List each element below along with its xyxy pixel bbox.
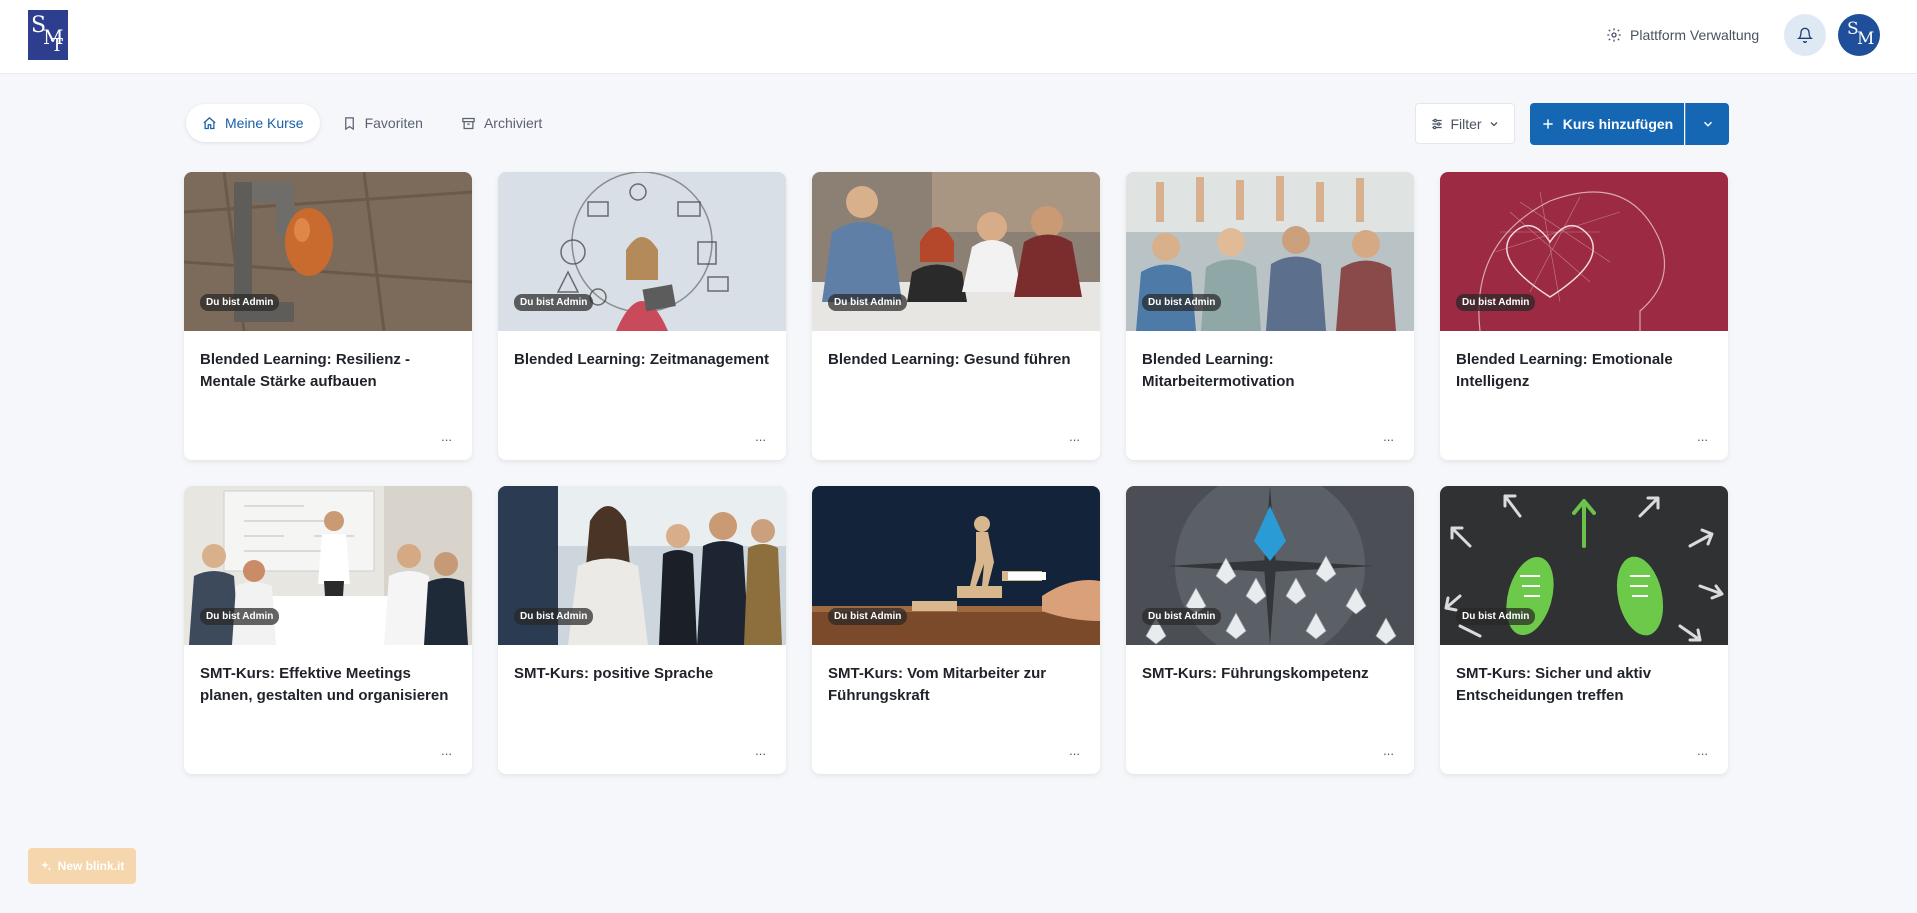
new-blink-label: New blink.it [57, 859, 125, 873]
more-options-button[interactable]: ... [441, 429, 452, 444]
course-title: Blended Learning: Emotionale Intelligenz [1456, 351, 1673, 390]
admin-badge: Du bist Admin [200, 294, 280, 311]
course-title: SMT-Kurs: Effektive Meetings planen, ges… [200, 665, 449, 704]
admin-badge: Du bist Admin [200, 608, 280, 625]
course-title: SMT-Kurs: Sicher und aktiv Entscheidunge… [1456, 665, 1652, 704]
archive-icon [462, 117, 475, 129]
admin-badge: Du bist Admin [1456, 608, 1536, 625]
tab-label: Meine Kurse [225, 115, 304, 131]
course-image: Du bist Admin [498, 486, 786, 645]
user-avatar[interactable]: S M [1838, 14, 1880, 56]
admin-badge: Du bist Admin [1142, 294, 1222, 311]
tab-archiviert[interactable]: Archiviert [445, 104, 558, 142]
course-image: Du bist Admin [498, 172, 786, 331]
more-options-button[interactable]: ... [441, 743, 452, 758]
admin-badge: Du bist Admin [514, 294, 594, 311]
course-card[interactable]: Du bist Admin Blended Learning: Resilien… [184, 172, 472, 460]
admin-badge: Du bist Admin [1456, 294, 1536, 311]
more-options-button[interactable]: ... [1383, 429, 1394, 444]
admin-badge: Du bist Admin [514, 608, 594, 625]
add-course-dropdown-button[interactable] [1685, 103, 1729, 145]
more-options-button[interactable]: ... [755, 743, 766, 758]
new-blink-button[interactable]: New blink.it [28, 848, 136, 884]
tab-label: Favoriten [364, 115, 423, 131]
course-card[interactable]: Du bist Admin SMT-Kurs: positive Sprache… [498, 486, 786, 774]
filter-button[interactable]: Filter [1415, 103, 1515, 144]
more-options-button[interactable]: ... [1069, 429, 1080, 444]
top-header: S M T Plattform Verwaltung S M [0, 0, 1917, 74]
admin-badge: Du bist Admin [828, 294, 908, 311]
course-image: Du bist Admin [812, 486, 1100, 645]
course-card[interactable]: Du bist Admin Blended Learning: Zeitmana… [498, 172, 786, 460]
course-image: Du bist Admin [1440, 172, 1728, 331]
course-title: SMT-Kurs: Vom Mitarbeiter zur Führungskr… [828, 665, 1047, 704]
course-card[interactable]: Du bist Admin SMT-Kurs: Sicher und aktiv… [1440, 486, 1728, 774]
course-title: SMT-Kurs: positive Sprache [514, 665, 714, 682]
home-icon [203, 116, 216, 129]
sparkle-icon [40, 861, 52, 871]
gear-icon [1607, 28, 1621, 42]
more-options-button[interactable]: ... [1697, 743, 1708, 758]
course-image: Du bist Admin [1126, 172, 1414, 331]
course-title: Blended Learning: Gesund führen [828, 351, 1071, 368]
course-image: Du bist Admin [184, 486, 472, 645]
course-image: Du bist Admin [184, 172, 472, 331]
platform-admin-link[interactable]: Plattform Verwaltung [1606, 24, 1759, 46]
sliders-icon [1432, 118, 1443, 129]
tab-meine-kurse[interactable]: Meine Kurse [186, 104, 320, 142]
course-grid: Du bist Admin Blended Learning: Resilien… [184, 172, 1728, 774]
bell-icon [1797, 27, 1813, 43]
course-card[interactable]: Du bist Admin Blended Learning: Gesund f… [812, 172, 1100, 460]
more-options-button[interactable]: ... [1069, 743, 1080, 758]
chevron-down-icon [1703, 121, 1712, 127]
filter-label: Filter [1450, 115, 1482, 132]
add-course-button[interactable]: Kurs hinzufügen [1530, 103, 1684, 145]
add-course-label: Kurs hinzufügen [1562, 116, 1674, 132]
course-card[interactable]: Du bist Admin SMT-Kurs: Effektive Meetin… [184, 486, 472, 774]
course-title: Blended Learning: Resilienz - Mentale St… [200, 351, 411, 390]
tab-favoriten[interactable]: Favoriten [326, 104, 439, 142]
admin-badge: Du bist Admin [828, 608, 908, 625]
course-title: SMT-Kurs: Führungskompetenz [1142, 665, 1369, 682]
course-image: Du bist Admin [812, 172, 1100, 331]
course-image: Du bist Admin [1440, 486, 1728, 645]
admin-badge: Du bist Admin [1142, 608, 1222, 625]
course-tabs: Meine Kurse Favoriten Archiviert [186, 104, 558, 142]
course-card[interactable]: Du bist Admin SMT-Kurs: Vom Mitarbeiter … [812, 486, 1100, 774]
more-options-button[interactable]: ... [1697, 429, 1708, 444]
chevron-down-icon [1490, 121, 1498, 126]
notifications-button[interactable] [1784, 14, 1826, 56]
course-card[interactable]: Du bist Admin SMT-Kurs: Führungskompeten… [1126, 486, 1414, 774]
tab-label: Archiviert [483, 115, 543, 131]
platform-admin-label: Plattform Verwaltung [1630, 27, 1760, 43]
smt-logo[interactable]: S M T [28, 10, 68, 60]
more-options-button[interactable]: ... [755, 429, 766, 444]
course-title: Blended Learning: Zeitmanagement [514, 351, 770, 368]
more-options-button[interactable]: ... [1383, 743, 1394, 758]
plus-icon [1543, 119, 1553, 129]
course-card[interactable]: Du bist Admin Blended Learning: Mitarbei… [1126, 172, 1414, 460]
bookmark-icon [344, 116, 354, 130]
course-image: Du bist Admin [1126, 486, 1414, 645]
course-card[interactable]: Du bist Admin Blended Learning: Emotiona… [1440, 172, 1728, 460]
course-title: Blended Learning: Mitarbeitermotivation [1142, 351, 1295, 390]
